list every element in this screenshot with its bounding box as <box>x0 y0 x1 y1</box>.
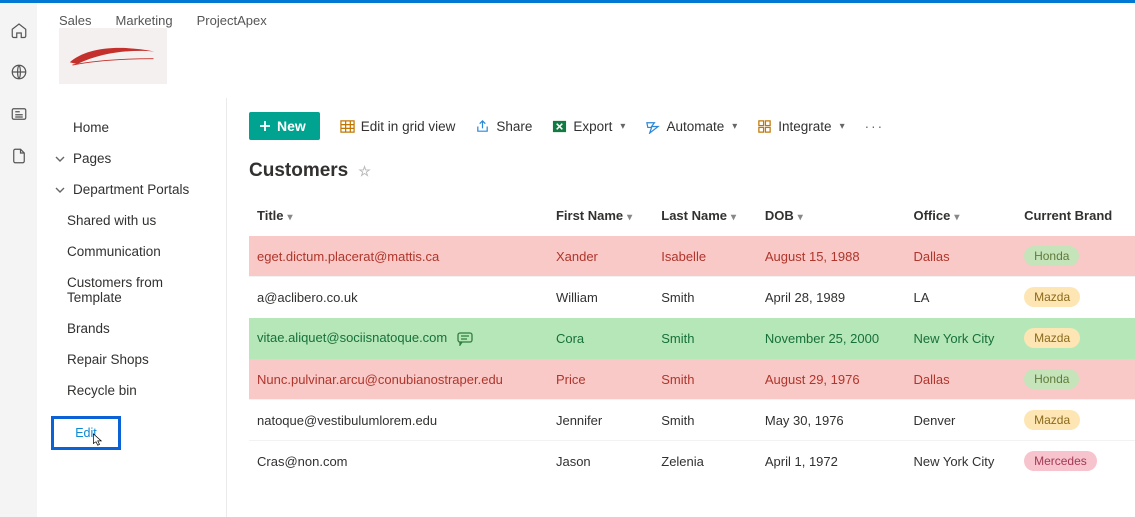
cell-dob: August 29, 1976 <box>757 359 906 400</box>
cell-title[interactable]: vitae.aliquet@sociisnatoque.com <box>249 318 548 359</box>
cell-last-name: Smith <box>653 277 757 318</box>
cell-office: Dallas <box>905 359 1016 400</box>
cell-brand: Mazda <box>1016 400 1135 441</box>
automate-button[interactable]: Automate▾ <box>645 119 737 134</box>
cell-title[interactable]: eget.dictum.placerat@mattis.ca <box>249 236 548 277</box>
comment-icon[interactable] <box>457 332 473 346</box>
news-icon[interactable] <box>10 105 28 123</box>
site-header: Sales Marketing ProjectApex <box>37 3 1135 98</box>
brand-pill: Honda <box>1024 369 1079 389</box>
brand-pill: Mercedes <box>1024 451 1097 471</box>
cell-first-name: Xander <box>548 236 653 277</box>
cell-office: New York City <box>905 441 1016 482</box>
file-icon[interactable] <box>10 147 28 165</box>
cell-brand: Honda <box>1016 359 1135 400</box>
integrate-icon <box>757 119 772 134</box>
chevron-down-icon <box>55 185 65 195</box>
grid-icon <box>340 119 355 134</box>
more-actions-button[interactable]: ··· <box>865 119 885 134</box>
cell-dob: April 1, 1972 <box>757 441 906 482</box>
cell-last-name: Smith <box>653 400 757 441</box>
nav-shared-with-us[interactable]: Shared with us <box>37 205 226 236</box>
nav-communication[interactable]: Communication <box>37 236 226 267</box>
cell-office: LA <box>905 277 1016 318</box>
column-last-name[interactable]: Last Name▾ <box>653 198 757 236</box>
customers-table: Title▾ First Name▾ Last Name▾ DOB▾ Offic… <box>249 198 1135 481</box>
cell-office: Dallas <box>905 236 1016 277</box>
topnav-item[interactable]: Sales <box>59 13 92 28</box>
nav-recycle-bin[interactable]: Recycle bin <box>37 375 226 406</box>
export-button[interactable]: Export▾ <box>552 119 625 134</box>
cell-last-name: Smith <box>653 359 757 400</box>
cell-brand: Honda <box>1016 236 1135 277</box>
cell-first-name: Jennifer <box>548 400 653 441</box>
share-icon <box>475 119 490 134</box>
column-office[interactable]: Office▾ <box>905 198 1016 236</box>
nav-pages[interactable]: Pages <box>37 143 226 174</box>
table-row[interactable]: Cras@non.comJasonZeleniaApril 1, 1972New… <box>249 441 1135 482</box>
cell-last-name: Zelenia <box>653 441 757 482</box>
list-title: Customers ☆ <box>249 152 1135 198</box>
cursor-icon <box>89 433 103 447</box>
share-button[interactable]: Share <box>475 119 532 134</box>
chevron-down-icon <box>55 154 65 164</box>
cell-brand: Mazda <box>1016 277 1135 318</box>
cell-office: New York City <box>905 318 1016 359</box>
cell-first-name: William <box>548 277 653 318</box>
nav-department-portals[interactable]: Department Portals <box>37 174 226 205</box>
favorite-star-icon[interactable]: ☆ <box>358 163 371 180</box>
integrate-button[interactable]: Integrate▾ <box>757 119 844 134</box>
cell-first-name: Cora <box>548 318 653 359</box>
column-current-brand[interactable]: Current Brand <box>1016 198 1135 236</box>
nav-brands[interactable]: Brands <box>37 313 226 344</box>
cell-title[interactable]: natoque@vestibulumlorem.edu <box>249 400 548 441</box>
cell-office: Denver <box>905 400 1016 441</box>
column-first-name[interactable]: First Name▾ <box>548 198 653 236</box>
new-button[interactable]: New <box>249 112 320 140</box>
car-swoosh-icon <box>68 41 158 71</box>
top-nav: Sales Marketing ProjectApex <box>59 13 267 28</box>
page-content: New Edit in grid view Share Export▾ <box>227 98 1135 517</box>
cell-title[interactable]: a@aclibero.co.uk <box>249 277 548 318</box>
cell-dob: November 25, 2000 <box>757 318 906 359</box>
topnav-item[interactable]: ProjectApex <box>197 13 267 28</box>
brand-pill: Mazda <box>1024 287 1080 307</box>
topnav-item[interactable]: Marketing <box>116 13 173 28</box>
site-logo[interactable] <box>59 28 167 84</box>
table-row[interactable]: vitae.aliquet@sociisnatoque.comCoraSmith… <box>249 318 1135 359</box>
automate-icon <box>645 119 660 134</box>
command-bar: New Edit in grid view Share Export▾ <box>249 108 1135 152</box>
table-row[interactable]: eget.dictum.placerat@mattis.caXanderIsab… <box>249 236 1135 277</box>
cell-dob: August 15, 1988 <box>757 236 906 277</box>
cell-last-name: Smith <box>653 318 757 359</box>
globe-icon[interactable] <box>10 63 28 81</box>
cell-dob: April 28, 1989 <box>757 277 906 318</box>
column-dob[interactable]: DOB▾ <box>757 198 906 236</box>
cell-title[interactable]: Nunc.pulvinar.arcu@conubianostraper.edu <box>249 359 548 400</box>
nav-customers-from-template[interactable]: Customers from Template <box>37 267 226 313</box>
cell-dob: May 30, 1976 <box>757 400 906 441</box>
quick-launch: Home Pages Department Portals Shared wit… <box>37 98 227 517</box>
cell-title[interactable]: Cras@non.com <box>249 441 548 482</box>
brand-pill: Mazda <box>1024 410 1080 430</box>
plus-icon <box>259 120 271 132</box>
cell-first-name: Price <box>548 359 653 400</box>
edit-in-grid-button[interactable]: Edit in grid view <box>340 119 456 134</box>
app-rail <box>0 3 37 517</box>
table-row[interactable]: a@aclibero.co.ukWilliamSmithApril 28, 19… <box>249 277 1135 318</box>
nav-repair-shops[interactable]: Repair Shops <box>37 344 226 375</box>
nav-home[interactable]: Home <box>37 112 226 143</box>
table-row[interactable]: natoque@vestibulumlorem.eduJenniferSmith… <box>249 400 1135 441</box>
excel-icon <box>552 119 567 134</box>
nav-edit-button[interactable]: Edit <box>51 416 121 450</box>
home-icon[interactable] <box>10 21 28 39</box>
column-title[interactable]: Title▾ <box>249 198 548 236</box>
cell-first-name: Jason <box>548 441 653 482</box>
cell-brand: Mazda <box>1016 318 1135 359</box>
table-row[interactable]: Nunc.pulvinar.arcu@conubianostraper.eduP… <box>249 359 1135 400</box>
brand-pill: Mazda <box>1024 328 1080 348</box>
brand-pill: Honda <box>1024 246 1079 266</box>
cell-brand: Mercedes <box>1016 441 1135 482</box>
cell-last-name: Isabelle <box>653 236 757 277</box>
